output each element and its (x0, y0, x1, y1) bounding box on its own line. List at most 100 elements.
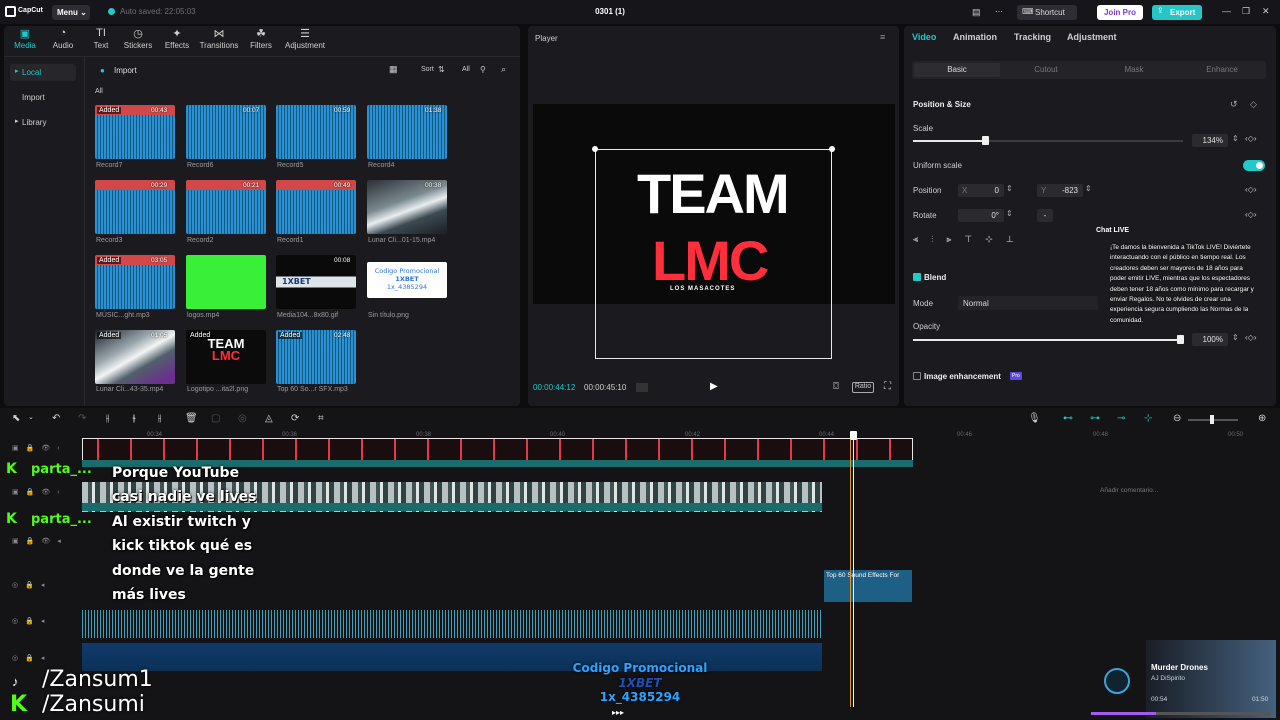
track-controls[interactable]: ▣🔒👁◂ (12, 537, 68, 545)
tab-adjustment[interactable]: ☰ Adjustment (283, 27, 327, 50)
resize-handle[interactable] (829, 146, 835, 152)
rotate-icon[interactable]: ⟳ (291, 413, 299, 424)
preview-axis-icon[interactable]: ⊹ (1144, 413, 1152, 424)
tab-audio[interactable]: ◔ Audio (43, 27, 83, 50)
sidebar-item-import[interactable]: Import (10, 89, 76, 106)
tab-transitions[interactable]: ⋈ Transitions (197, 27, 241, 50)
stepper-icon[interactable]: ⇕ (1232, 333, 1239, 342)
freeze-icon[interactable]: ▢ (211, 413, 220, 424)
mode-select[interactable]: Normal (958, 296, 1098, 310)
opacity-slider-knob[interactable] (1177, 335, 1184, 344)
crop-icon[interactable]: ⌗ (318, 413, 324, 424)
select-tool-icon[interactable]: ⬉ (12, 413, 20, 424)
tab-filters[interactable]: ☘ Filters (241, 27, 281, 50)
track-controls[interactable]: ▣🔒👁‹ (12, 488, 67, 496)
track-controls[interactable]: ◎🔒◂ (12, 617, 51, 625)
keyframe-nav-icon[interactable]: ‹◇› (1245, 333, 1256, 342)
align-top-icon[interactable]: ⊤ (964, 234, 972, 248)
play-icon[interactable]: ▶ (710, 381, 718, 392)
subtab-basic[interactable]: Basic (914, 63, 1000, 77)
reset-icon[interactable]: ↺ (1230, 99, 1238, 110)
audio-clip-music[interactable] (82, 610, 822, 638)
view-grid-icon[interactable]: ▦ (389, 64, 398, 75)
fit-icon[interactable]: ⊕ (1258, 413, 1266, 424)
playhead[interactable] (853, 432, 854, 707)
chevron-down-icon[interactable]: ⌄ (28, 413, 34, 421)
keyframe-nav-icon[interactable]: ‹◇› (1245, 210, 1256, 219)
fullscreen-icon[interactable]: ⛶ (884, 381, 891, 392)
close-icon[interactable]: ✕ (1262, 6, 1270, 17)
tab-animation[interactable]: Animation (953, 32, 997, 42)
magnet-icon[interactable]: ⊶ (1090, 413, 1100, 424)
screenshot-icon[interactable]: ⌼ (833, 381, 839, 392)
reverse-icon[interactable]: ◎ (238, 413, 247, 424)
media-item-logos[interactable] (186, 255, 266, 309)
blend-checkbox[interactable] (913, 273, 921, 281)
split-left-icon[interactable]: ⫳ (132, 413, 136, 424)
subtab-cutout[interactable]: Cutout (1003, 63, 1089, 77)
split-icon[interactable]: ⫲ (106, 413, 109, 424)
menu-icon[interactable]: ≡ (880, 32, 885, 42)
tab-media[interactable]: ▣ Media (5, 27, 45, 50)
layout-icon[interactable]: ▤ (972, 7, 981, 18)
tab-video[interactable]: Video (912, 32, 936, 42)
subtab-enhance[interactable]: Enhance (1179, 63, 1265, 77)
minimize-icon[interactable]: — (1222, 6, 1231, 16)
join-pro-button[interactable]: Join Pro (1097, 5, 1143, 20)
stepper-icon[interactable]: ⇕ (1006, 209, 1013, 218)
sort-button[interactable]: Sort (421, 66, 434, 73)
maximize-icon[interactable]: ❐ (1242, 6, 1250, 17)
selection-box[interactable] (595, 149, 832, 359)
import-button[interactable]: Import (114, 66, 137, 75)
redo-icon[interactable]: ↷ (78, 413, 86, 424)
subtab-mask[interactable]: Mask (1091, 63, 1177, 77)
track-controls[interactable]: ◎🔒◂ (12, 581, 51, 589)
opacity-input[interactable]: 100% (1192, 333, 1228, 346)
resize-handle[interactable] (592, 146, 598, 152)
menu-button[interactable]: Menu ⌄ (52, 5, 90, 20)
keyframe-icon[interactable]: ◇ (1250, 99, 1257, 110)
link-icon[interactable]: ⊷ (1063, 413, 1073, 424)
playhead-handle[interactable] (850, 431, 857, 440)
microphone-icon[interactable]: 🎙 (1028, 413, 1041, 424)
snap-icon[interactable]: ⊸ (1117, 413, 1125, 424)
uniform-scale-toggle[interactable] (1243, 160, 1265, 171)
scale-slider-knob[interactable] (982, 136, 989, 145)
track-controls[interactable]: ▣🔒👁‹ (12, 444, 67, 452)
align-left-icon[interactable]: ⫷ (913, 234, 918, 248)
align-bottom-icon[interactable]: ⊥ (1006, 234, 1014, 248)
sidebar-item-local[interactable]: Local (10, 64, 76, 81)
image-enhancement-checkbox[interactable] (913, 372, 921, 380)
filter-all-button[interactable]: All (462, 66, 470, 73)
rotate-input[interactable]: 0° (958, 209, 1004, 222)
tab-effects[interactable]: ✦ Effects (157, 27, 197, 50)
keyframe-nav-icon[interactable]: ‹◇› (1245, 185, 1256, 194)
zoom-slider-knob[interactable] (1210, 415, 1214, 424)
tab-text[interactable]: TI Text (81, 27, 121, 50)
zoom-out-icon[interactable]: ⊖ (1173, 413, 1181, 424)
align-center-icon[interactable]: ⫶ (931, 234, 933, 248)
sidebar-item-library[interactable]: Library (10, 114, 76, 131)
rotate-flip-button[interactable]: - (1037, 209, 1053, 222)
split-right-icon[interactable]: ⫲ (158, 413, 161, 424)
undo-icon[interactable]: ↶ (52, 413, 60, 424)
more-icon[interactable]: ⋯ (995, 7, 1003, 16)
align-right-icon[interactable]: ⫸ (946, 234, 951, 248)
horizontal-scrollbar[interactable]: ▸▸▸ (612, 708, 624, 717)
delete-icon[interactable]: 🗑 (185, 413, 198, 424)
tab-tracking[interactable]: Tracking (1014, 32, 1051, 42)
stepper-icon[interactable]: ⇕ (1232, 134, 1239, 143)
track-controls[interactable]: ◎🔒◂ (12, 654, 51, 662)
stepper-icon[interactable]: ⇕ (1006, 184, 1013, 193)
tab-stickers[interactable]: ◷ Stickers (118, 27, 158, 50)
search-icon[interactable]: ⌕ (501, 64, 506, 75)
tab-adjustment[interactable]: Adjustment (1067, 32, 1117, 42)
ratio-button[interactable]: Ratio (852, 382, 874, 393)
filter-icon[interactable]: ⚲ (480, 65, 486, 74)
keyframe-nav-icon[interactable]: ‹◇› (1245, 134, 1256, 143)
align-middle-icon[interactable]: ⊹ (985, 234, 993, 248)
scale-input[interactable]: 134% (1192, 134, 1228, 147)
add-comment-placeholder[interactable]: Añadir comentario... (1100, 487, 1158, 494)
stepper-icon[interactable]: ⇕ (1085, 184, 1092, 193)
mirror-icon[interactable]: ◬ (265, 413, 273, 424)
